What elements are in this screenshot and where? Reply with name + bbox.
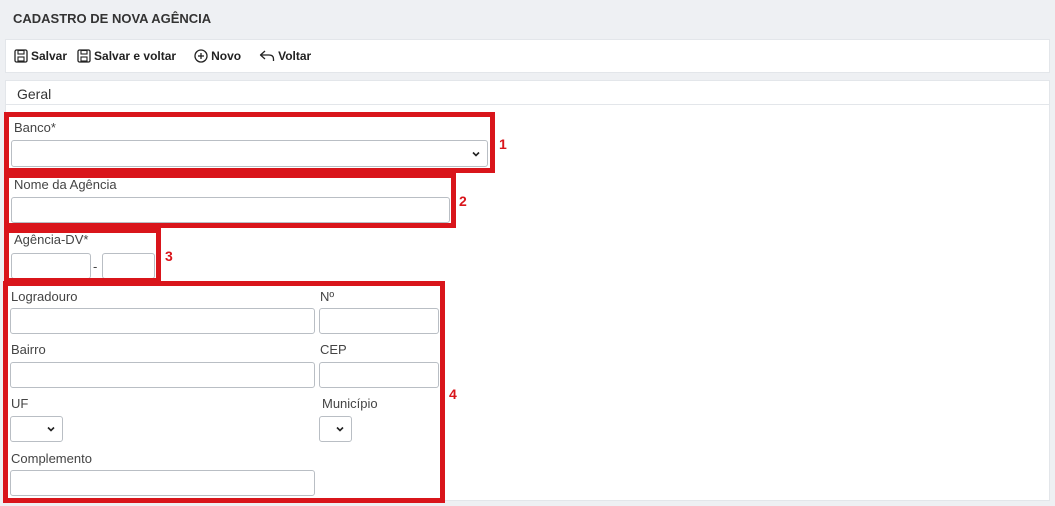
annotation-box-4	[3, 281, 445, 503]
annotation-number-4: 4	[449, 386, 457, 402]
back-button[interactable]: Voltar	[259, 49, 311, 63]
annotation-box-1	[4, 112, 495, 173]
save-and-back-label: Salvar e voltar	[94, 49, 177, 63]
annotation-box-3	[4, 228, 161, 283]
save-label: Salvar	[31, 49, 68, 63]
new-button[interactable]: Novo	[194, 49, 241, 63]
panel-title: Geral	[6, 81, 1049, 105]
save-and-back-button[interactable]: Salvar e voltar	[77, 49, 176, 63]
floppy-disk-icon	[77, 49, 91, 63]
annotation-number-2: 2	[459, 193, 467, 209]
new-label: Novo	[211, 49, 242, 63]
toolbar: Salvar Salvar e voltar Novo Voltar	[5, 39, 1050, 73]
annotation-number-3: 3	[165, 248, 173, 264]
save-button[interactable]: Salvar	[14, 49, 67, 63]
annotation-number-1: 1	[499, 136, 507, 152]
floppy-disk-icon	[14, 49, 28, 63]
page-title: CADASTRO DE NOVA AGÊNCIA	[13, 11, 212, 26]
plus-circle-icon	[194, 49, 208, 63]
reply-arrow-icon	[259, 50, 275, 61]
back-label: Voltar	[278, 49, 312, 63]
annotation-box-2	[4, 173, 456, 228]
